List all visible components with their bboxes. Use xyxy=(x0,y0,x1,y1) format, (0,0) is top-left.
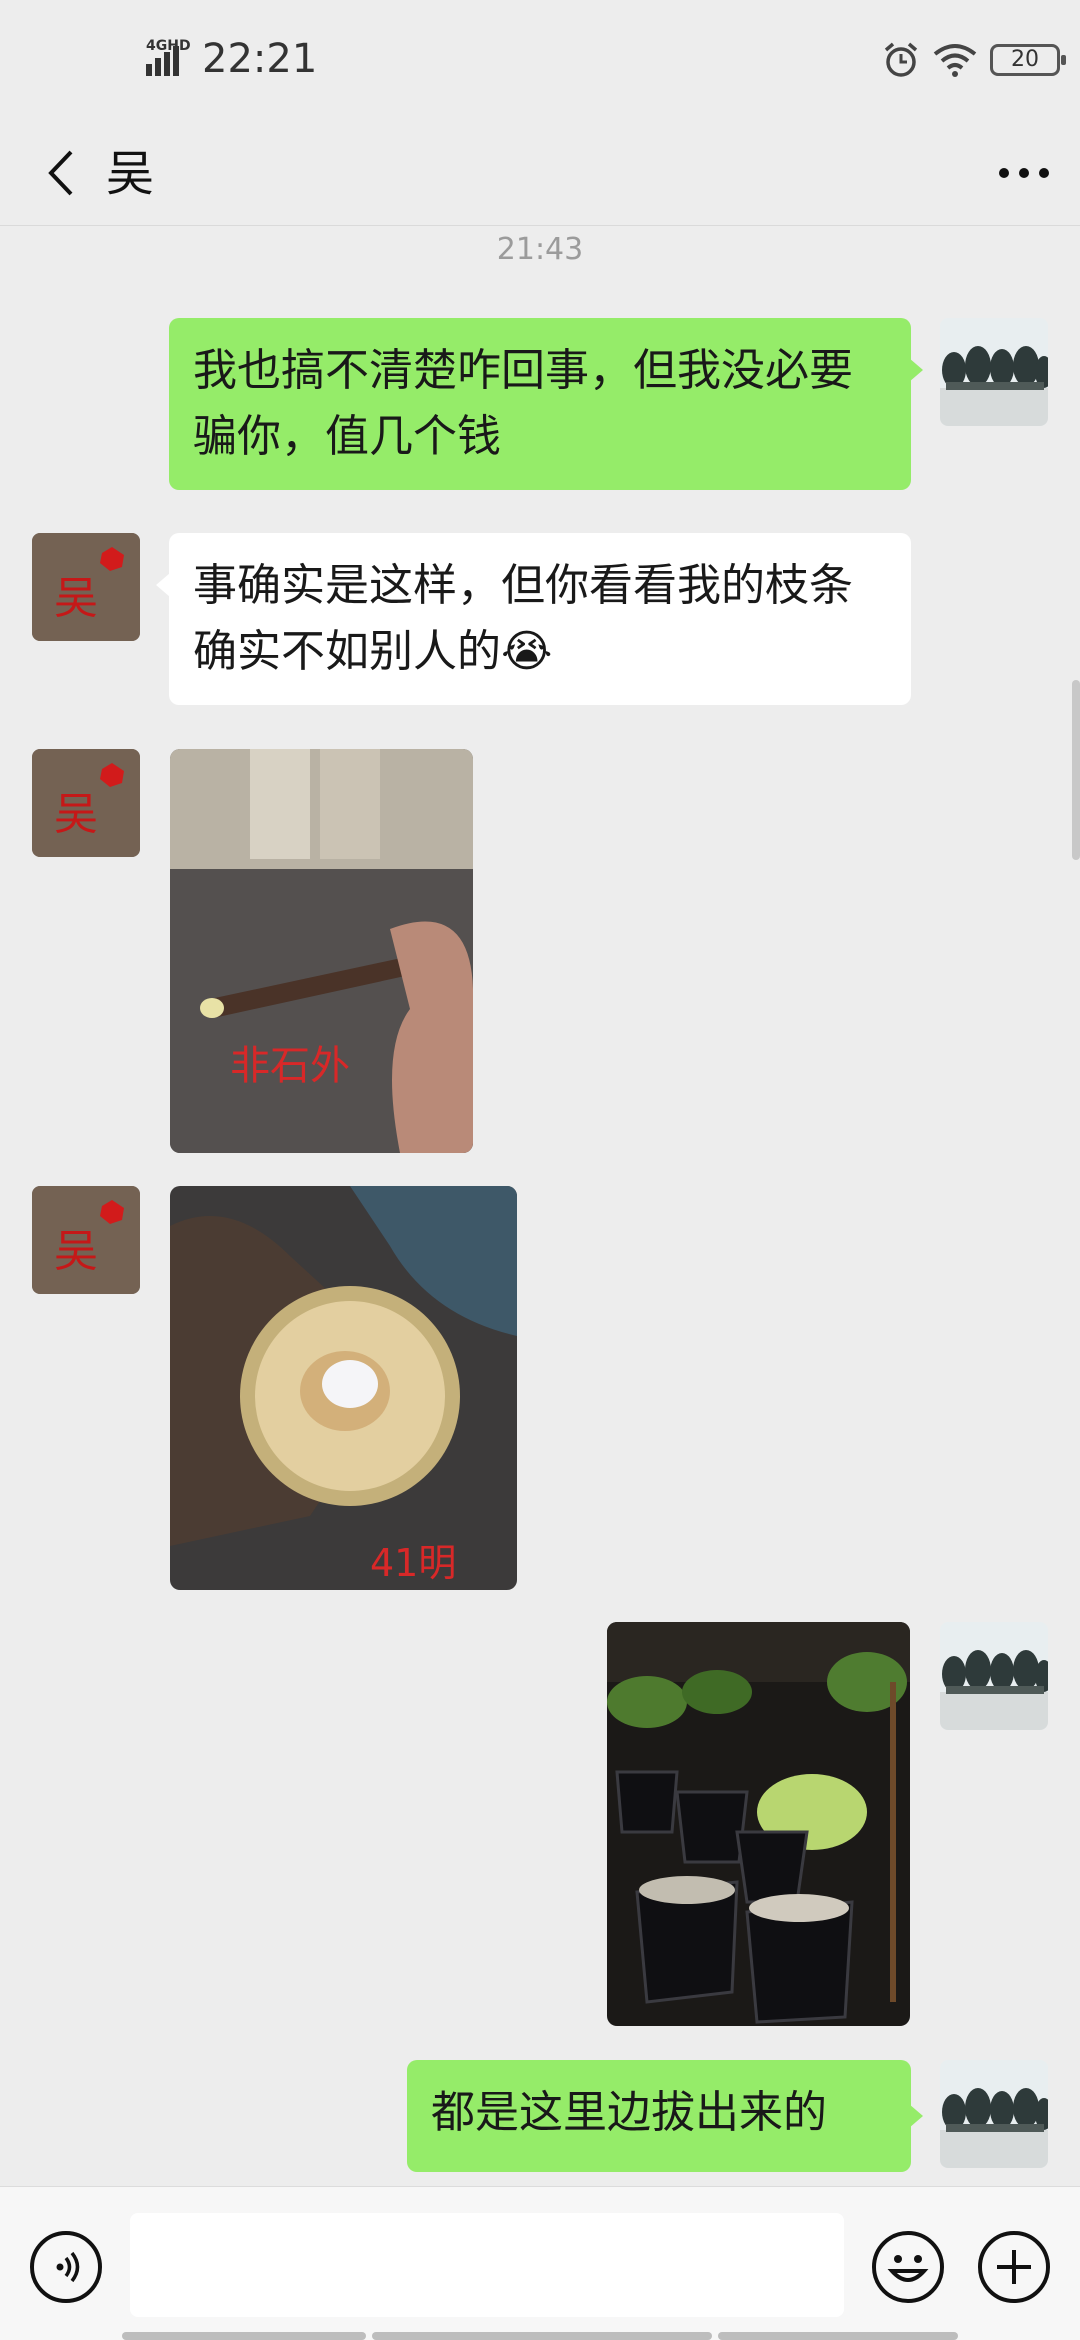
sent-message[interactable]: 都是这里边拔出来的 xyxy=(407,2060,911,2172)
avatar-image: 吴 xyxy=(32,533,140,641)
more-actions-button[interactable] xyxy=(978,2231,1050,2303)
chevron-left-icon xyxy=(48,150,73,196)
scrollbar[interactable] xyxy=(1072,680,1080,860)
back-button[interactable] xyxy=(30,140,90,206)
svg-text:吴: 吴 xyxy=(54,573,98,624)
svg-text:非石外: 非石外 xyxy=(230,1043,350,1089)
more-button[interactable] xyxy=(994,148,1054,198)
my-avatar[interactable] xyxy=(940,1622,1048,1730)
battery-icon: 20 xyxy=(990,44,1066,76)
voice-button[interactable] xyxy=(30,2231,102,2303)
alarm-icon xyxy=(884,42,918,77)
message-text: 都是这里边拔出来的 xyxy=(431,2087,827,2138)
wifi-icon xyxy=(933,44,977,77)
message-text: 我也搞不清楚咋回事，但我没必要骗你，值几个钱 xyxy=(193,345,853,462)
bubble-tail xyxy=(909,2104,923,2128)
svg-text:吴: 吴 xyxy=(54,789,98,840)
svg-text:吴: 吴 xyxy=(54,1226,98,1277)
photo-branch-cut: 41明 xyxy=(170,1186,517,1590)
photo-branch: 非石外 xyxy=(170,749,473,1153)
nav-indicator xyxy=(372,2332,712,2340)
image-message-stick[interactable]: 非石外 xyxy=(170,749,473,1153)
battery-level: 20 xyxy=(1011,47,1039,72)
photo-plant-pots xyxy=(607,1622,910,2026)
sent-message[interactable]: 我也搞不清楚咋回事，但我没必要骗你，值几个钱 xyxy=(169,318,911,490)
received-message[interactable]: 事确实是这样，但你看看我的枝条确实不如别人的😭 xyxy=(169,533,911,705)
chat-title: 吴 xyxy=(106,146,155,202)
contact-avatar[interactable]: 吴 xyxy=(32,749,140,857)
image-message-cross-section[interactable]: 41明 xyxy=(170,1186,517,1590)
crying-emoji-icon: 😭 xyxy=(501,626,553,677)
bubble-tail xyxy=(156,573,170,597)
status-time: 22:21 xyxy=(202,36,318,82)
signal-icon: 4GHD xyxy=(146,38,191,76)
nav-indicator xyxy=(122,2332,366,2340)
my-avatar[interactable] xyxy=(940,2060,1048,2168)
chat-header: 吴 xyxy=(0,120,1080,226)
contact-avatar[interactable]: 吴 xyxy=(32,1186,140,1294)
more-dots-icon xyxy=(999,168,1049,178)
plus-icon xyxy=(997,2250,1031,2284)
status-bar: 4GHD 22:21 20 xyxy=(0,0,1080,120)
avatar-image xyxy=(940,1622,1048,1730)
avatar-image xyxy=(940,2060,1048,2168)
emoji-button[interactable] xyxy=(872,2231,944,2303)
avatar-image: 吴 xyxy=(32,749,140,857)
message-input[interactable] xyxy=(130,2213,844,2317)
input-bar xyxy=(0,2186,1080,2340)
message-timestamp: 21:43 xyxy=(496,232,584,267)
image-message-pots[interactable] xyxy=(607,1622,910,2026)
nav-indicator xyxy=(718,2332,958,2340)
voice-icon xyxy=(56,2251,80,2283)
emoji-icon xyxy=(887,2255,929,2282)
svg-text:41明: 41明 xyxy=(370,1541,456,1585)
bubble-tail xyxy=(909,358,923,382)
avatar-image: 吴 xyxy=(32,1186,140,1294)
avatar-image xyxy=(940,318,1048,426)
contact-avatar[interactable]: 吴 xyxy=(32,533,140,641)
my-avatar[interactable] xyxy=(940,318,1048,426)
